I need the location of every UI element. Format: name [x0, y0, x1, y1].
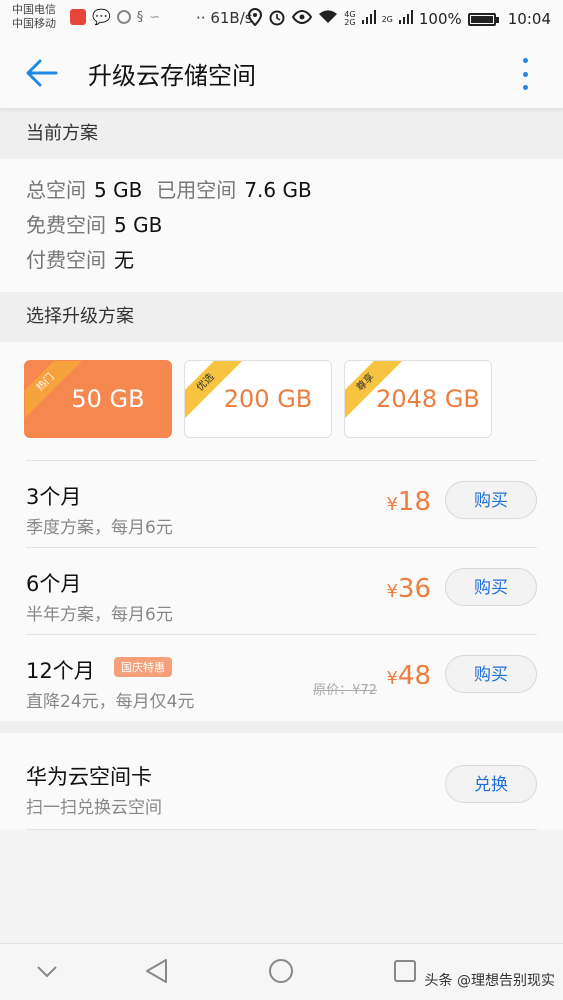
original-price: 原价：¥72 [313, 683, 377, 698]
carrier-1: 中国电信 [12, 3, 56, 16]
price: ¥18 [386, 487, 431, 517]
system-nav-bar: 头条 @理想告别现实 [0, 943, 563, 1000]
duration-option-6-months: 6个月 半年方案，每月6元 ¥36 购买 [26, 547, 537, 634]
clock: 10:04 [507, 10, 551, 28]
app-bar: 升级云存储空间 [0, 36, 563, 109]
buy-button[interactable]: 购买 [445, 481, 537, 519]
paid-space-line: 付费空间无 [26, 243, 537, 278]
network-speed: ·· 61B/s [196, 9, 253, 27]
total-space-value: 5 GB [94, 178, 143, 202]
net-type-2: 2G [344, 18, 356, 27]
wifi-icon [318, 10, 338, 28]
status-bar: 中国电信 中国移动 💬 § ∽ ·· 61B/s 4G 2G 2G 100% 1… [0, 0, 563, 36]
current-plan-details: 总空间 5 GB 已用空间 7.6 GB 免费空间 5 GB 付费空间无 [0, 159, 563, 292]
card-desc: 扫一扫兑换云空间 [26, 798, 162, 818]
home-nav-icon[interactable] [268, 958, 294, 988]
currency-symbol: ¥ [386, 581, 398, 602]
cloud-card-section: 华为云空间卡 扫一扫兑换云空间 兑换 [0, 733, 563, 830]
status-icons: 4G 2G 2G 100% 10:04 [248, 7, 551, 30]
app-icon-3: ∽ [149, 9, 161, 25]
app-notification-icon [70, 9, 86, 25]
upgrade-section: 热门 50 GB 优选 200 GB 尊享 2048 GB 3个月 季度方案，每… [0, 342, 563, 721]
duration-desc: 半年方案，每月6元 [26, 605, 173, 625]
carrier-info: 中国电信 中国移动 [12, 3, 56, 31]
app-icon-2: § [136, 9, 144, 25]
alarm-icon [268, 8, 286, 30]
buy-button[interactable]: 购买 [445, 655, 537, 693]
upgrade-plan-header: 选择升级方案 [0, 292, 563, 342]
battery-icon [467, 12, 499, 26]
price-value: 36 [397, 574, 431, 604]
page-title: 升级云存储空间 [88, 62, 256, 90]
more-options-icon[interactable] [519, 58, 531, 90]
paid-space-label: 付费空间 [26, 248, 106, 272]
free-space-value: 5 GB [114, 213, 163, 237]
paid-space-value: 无 [114, 248, 134, 272]
currency-symbol: ¥ [386, 668, 398, 689]
free-space-label: 免费空间 [26, 213, 106, 237]
back-nav-icon[interactable] [144, 958, 168, 988]
location-icon [248, 7, 263, 30]
eye-icon [292, 9, 313, 28]
duration-name: 6个月 [26, 572, 82, 596]
total-space-label: 总空间 [26, 178, 86, 202]
plan-option-200gb[interactable]: 优选 200 GB [184, 360, 332, 438]
price: ¥48 [386, 661, 431, 691]
duration-desc: 季度方案，每月6元 [26, 518, 173, 538]
card-name: 华为云空间卡 [26, 765, 152, 789]
carrier-2: 中国移动 [12, 17, 56, 30]
signal-bars-icon-2 [398, 10, 413, 28]
price-value: 48 [397, 661, 431, 691]
signal-bars-icon [361, 10, 376, 28]
duration-desc: 直降24元，每月仅4元 [26, 692, 195, 712]
back-arrow-icon[interactable] [24, 58, 58, 88]
duration-options: 3个月 季度方案，每月6元 ¥18 购买 6个月 半年方案，每月6元 ¥36 购… [0, 460, 563, 721]
signal-icon: 4G 2G [344, 11, 355, 27]
duration-name: 12个月 [26, 659, 95, 683]
recents-nav-icon[interactable] [394, 960, 416, 986]
cloud-space-card-row: 华为云空间卡 扫一扫兑换云空间 兑换 [26, 733, 537, 830]
speed-text: 61B/s [210, 9, 253, 27]
promo-badge: 国庆特惠 [114, 657, 172, 677]
buy-button[interactable]: 购买 [445, 568, 537, 606]
notification-icons: 💬 § ∽ [70, 8, 160, 26]
hide-nav-icon[interactable] [36, 964, 58, 983]
duration-name: 3个月 [26, 485, 82, 509]
section-divider [0, 721, 563, 733]
price: ¥36 [386, 574, 431, 604]
plan-size: 50 GB [71, 385, 145, 413]
free-space-line: 免费空间 5 GB [26, 208, 537, 243]
app-icon [116, 10, 131, 24]
redeem-button[interactable]: 兑换 [445, 765, 537, 803]
duration-option-3-months: 3个月 季度方案，每月6元 ¥18 购买 [26, 460, 537, 547]
plan-size: 2048 GB [376, 385, 480, 413]
price-value: 18 [397, 487, 431, 517]
duration-option-12-months: 12个月 国庆特惠 直降24元，每月仅4元 原价：¥72 ¥48 购买 [26, 634, 537, 721]
plan-option-50gb[interactable]: 热门 50 GB [24, 360, 172, 438]
used-space-value: 7.6 GB [244, 178, 312, 202]
plan-size: 200 GB [223, 385, 313, 413]
used-space-label: 已用空间 [156, 178, 237, 202]
plan-selector: 热门 50 GB 优选 200 GB 尊享 2048 GB [0, 342, 563, 460]
signal-icon-2: 2G [381, 14, 393, 24]
currency-symbol: ¥ [386, 494, 398, 515]
total-space-line: 总空间 5 GB 已用空间 7.6 GB [26, 173, 537, 208]
current-plan-header: 当前方案 [0, 109, 563, 159]
plan-option-2048gb[interactable]: 尊享 2048 GB [344, 360, 492, 438]
battery-percent: 100% [418, 10, 462, 28]
watermark: 头条 @理想告别现实 [424, 973, 555, 989]
wechat-icon: 💬 [92, 8, 111, 26]
